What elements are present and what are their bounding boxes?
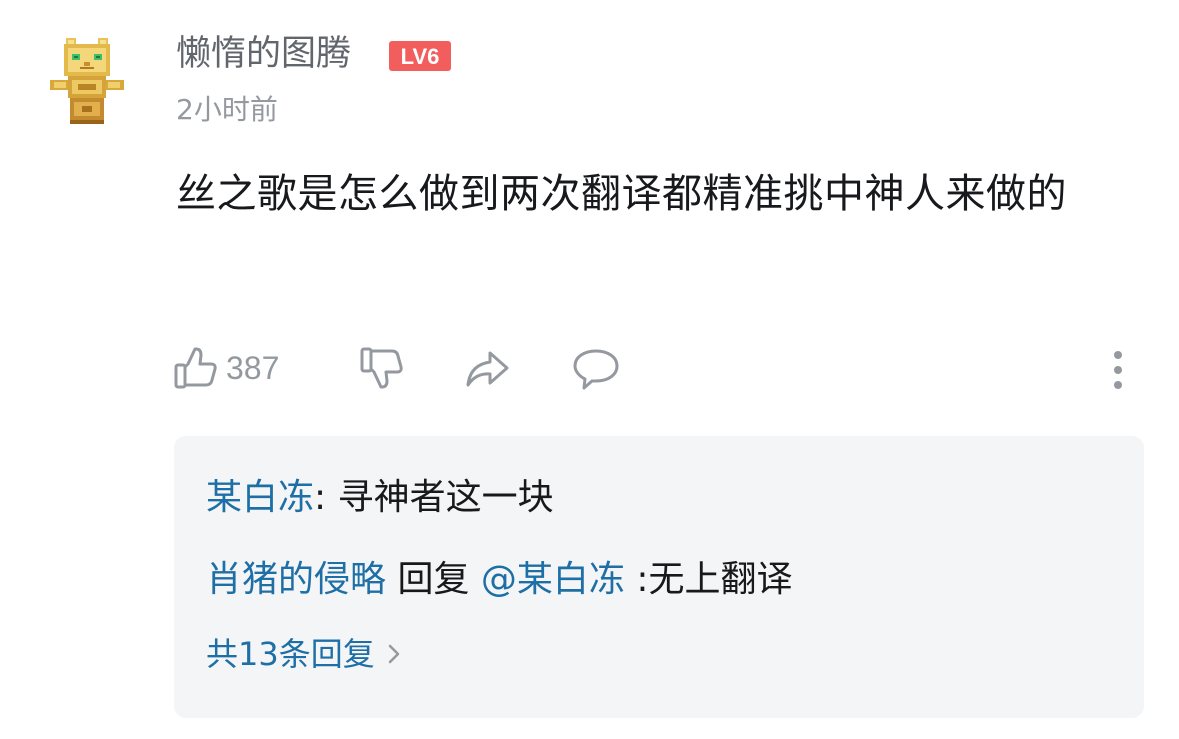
like-button[interactable]: 387 (170, 340, 279, 396)
reply-author[interactable]: 某白冻 (206, 477, 314, 518)
avatar[interactable] (48, 36, 126, 126)
reply-separator: : (314, 477, 327, 518)
share-button[interactable] (462, 340, 512, 396)
reply-item: 肖猪的侵略 回复 @某白冻 :无上翻译 (206, 558, 793, 602)
reply-word: 回复 (386, 559, 481, 600)
thumbs-up-icon (174, 347, 217, 389)
replies-preview[interactable]: 某白冻: 寻神者这一块 肖猪的侵略 回复 @某白冻 :无上翻译 共13条回复 (174, 436, 1144, 718)
view-all-replies-link[interactable]: 共13条回复 (206, 634, 401, 674)
reply-button[interactable] (570, 340, 622, 396)
comment-icon (573, 349, 619, 390)
username[interactable]: 懒惰的图腾 (176, 32, 351, 76)
action-bar: 387 (170, 340, 1140, 396)
view-all-replies-label: 共13条回复 (206, 635, 375, 673)
reply-text: :无上翻译 (624, 559, 793, 600)
reply-text: 寻神者这一块 (326, 477, 554, 518)
thumbs-down-icon (360, 347, 403, 389)
share-icon (466, 351, 509, 387)
level-badge-text: LV6 (401, 44, 440, 69)
reply-author[interactable]: 肖猪的侵略 (206, 559, 386, 600)
more-options-button[interactable] (1106, 340, 1130, 396)
dislike-button[interactable] (356, 340, 406, 396)
comment-text: 丝之歌是怎么做到两次翻译都精准挑中神人来做的 (176, 171, 1067, 217)
like-count: 387 (226, 349, 280, 386)
level-badge: LV6 (388, 40, 452, 72)
reply-item: 某白冻: 寻神者这一块 (206, 476, 554, 520)
totem-avatar-icon (50, 38, 124, 124)
more-vertical-icon (1114, 351, 1122, 389)
chevron-right-icon (388, 644, 399, 664)
reply-mention[interactable]: @某白冻 (481, 559, 625, 600)
timestamp: 2小时前 (176, 93, 278, 126)
